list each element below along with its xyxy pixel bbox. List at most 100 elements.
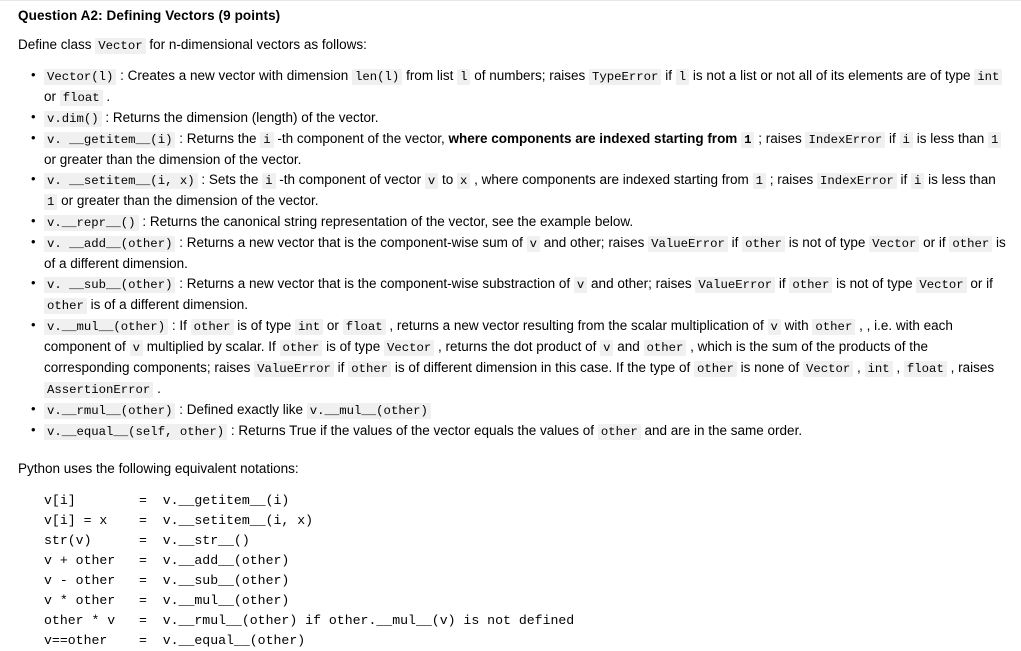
- code-span: IndexError: [816, 173, 897, 189]
- body-text: -th component of the vector,: [273, 131, 449, 146]
- code-span: other: [812, 319, 856, 335]
- body-text: : Returns True if the values of the vect…: [227, 423, 598, 438]
- spec-item-vector-rmul: v.__rmul__(other) : Defined exactly like…: [31, 399, 1009, 421]
- body-text: : Creates a new vector with dimension: [116, 68, 353, 83]
- code-span: Vector: [916, 277, 967, 293]
- code-span: other: [643, 340, 687, 356]
- spec-item-vector-sub: v. __sub__(other) : Returns a new vector…: [31, 273, 1009, 316]
- code-span: v: [424, 173, 439, 189]
- body-text: is not a list or not all of its elements…: [689, 68, 975, 83]
- vector-spec-list: Vector(l) : Creates a new vector with di…: [0, 65, 1021, 442]
- body-text: is less than: [924, 172, 996, 187]
- code-span: IndexError: [805, 132, 886, 148]
- body-text: multiplied by scalar. If: [142, 339, 280, 354]
- code-span: 1: [44, 194, 58, 210]
- code-span: l: [457, 69, 471, 85]
- code-span: v.__mul__(other): [44, 319, 169, 335]
- body-text: or if: [966, 276, 993, 291]
- body-text: if: [896, 172, 912, 187]
- spec-item-vector-add: v. __add__(other) : Returns a new vector…: [31, 232, 1009, 274]
- page-title: Question A2: Defining Vectors (9 points): [18, 8, 281, 23]
- body-text: to: [438, 172, 458, 187]
- body-text: ; raises: [765, 172, 817, 187]
- code-span-emphasis: 1: [741, 132, 755, 148]
- code-span: 1: [987, 132, 1002, 148]
- code-span: other: [742, 236, 786, 252]
- body-text: : Returns the canonical string represent…: [138, 214, 634, 229]
- document-page: Question A2: Defining Vectors (9 points)…: [0, 0, 1021, 648]
- code-span: i: [899, 132, 913, 148]
- spec-item-vector-equal: v.__equal__(self, other) : Returns True …: [31, 420, 1009, 442]
- code-span: other: [190, 319, 234, 335]
- equivalent-notations-code-block: v[i] = v.__getitem__(i) v[i] = x = v.__s…: [44, 493, 575, 648]
- spec-item-vector-getitem: v. __getitem__(i) : Returns the i -th co…: [31, 128, 1009, 170]
- code-span: int: [295, 319, 324, 335]
- body-text: is not of type: [832, 276, 917, 291]
- code-span: i: [260, 132, 274, 148]
- code-span: TypeError: [589, 69, 662, 85]
- code-span: v. __add__(other): [44, 236, 176, 252]
- body-text: : Sets the: [197, 172, 263, 187]
- body-text: : Defined exactly like: [175, 402, 307, 417]
- body-text: ,: [853, 360, 865, 375]
- body-text: if: [885, 131, 900, 146]
- code-span: float: [903, 361, 947, 377]
- code-span: other: [789, 277, 833, 293]
- spec-item-vector-setitem: v. __setitem__(i, x) : Sets the i -th co…: [31, 169, 1009, 212]
- body-text: ; raises: [754, 131, 806, 146]
- code-span: i: [911, 173, 925, 189]
- code-span: 1: [752, 173, 766, 189]
- notations-lead: Python uses the following equivalent not…: [18, 461, 299, 476]
- body-text: if: [661, 68, 676, 83]
- code-span: v.__equal__(self, other): [44, 424, 228, 440]
- body-text: with: [780, 318, 813, 333]
- body-text: or greater than the dimension of the vec…: [44, 152, 302, 167]
- body-text: : Returns a new vector that is the compo…: [175, 235, 527, 250]
- code-span: v. __getitem__(i): [44, 132, 176, 148]
- code-span: Vector: [383, 340, 435, 356]
- code-span: v: [767, 319, 781, 335]
- intro-text-before: Define class: [18, 37, 96, 52]
- body-text: if: [727, 235, 743, 250]
- body-text: : Returns the dimension (length) of the …: [101, 110, 379, 125]
- body-text: is of type: [233, 318, 296, 333]
- body-text: ,: [892, 360, 904, 375]
- code-span: Vector: [802, 361, 854, 377]
- body-text: or: [44, 89, 60, 104]
- code-span: int: [864, 361, 893, 377]
- code-span: other: [348, 361, 392, 377]
- body-text: is of different dimension in this case. …: [391, 360, 695, 375]
- spec-item-vector-repr: v.__repr__() : Returns the canonical str…: [31, 211, 1009, 233]
- emphasis-text: where components are indexed starting fr…: [448, 131, 742, 146]
- code-span: ValueError: [695, 277, 776, 293]
- code-span: other: [597, 424, 641, 440]
- body-text: or: [323, 318, 343, 333]
- body-text: and are in the same order.: [640, 423, 803, 438]
- code-span: int: [974, 69, 1003, 85]
- intro-text-after: for n-dimensional vectors as follows:: [145, 37, 367, 52]
- code-span: other: [279, 340, 323, 356]
- code-span: Vector: [869, 236, 920, 252]
- body-text: , returns the dot product of: [434, 339, 601, 354]
- code-span: x: [457, 173, 471, 189]
- body-text: : Returns the: [175, 131, 261, 146]
- body-text: and: [613, 339, 644, 354]
- body-text: is of type: [322, 339, 384, 354]
- body-text: is none of: [736, 360, 803, 375]
- body-text: is of a different dimension.: [86, 297, 248, 312]
- code-span: v. __sub__(other): [44, 277, 176, 293]
- code-span: i: [262, 173, 276, 189]
- code-span: v.__mul__(other): [306, 403, 431, 419]
- code-span: v: [129, 340, 143, 356]
- code-span: v: [600, 340, 614, 356]
- code-span: other: [694, 361, 737, 377]
- spec-item-vector-constructor: Vector(l) : Creates a new vector with di…: [31, 65, 1009, 108]
- code-span: float: [342, 319, 386, 335]
- body-text: or if: [919, 235, 950, 250]
- intro-paragraph: Define class Vector for n-dimensional ve…: [18, 36, 1021, 55]
- body-text: .: [102, 89, 111, 104]
- code-span: v.__rmul__(other): [44, 403, 176, 419]
- body-text: , raises: [946, 360, 995, 375]
- body-text: , returns a new vector resulting from th…: [385, 318, 768, 333]
- code-span: ValueError: [254, 361, 334, 377]
